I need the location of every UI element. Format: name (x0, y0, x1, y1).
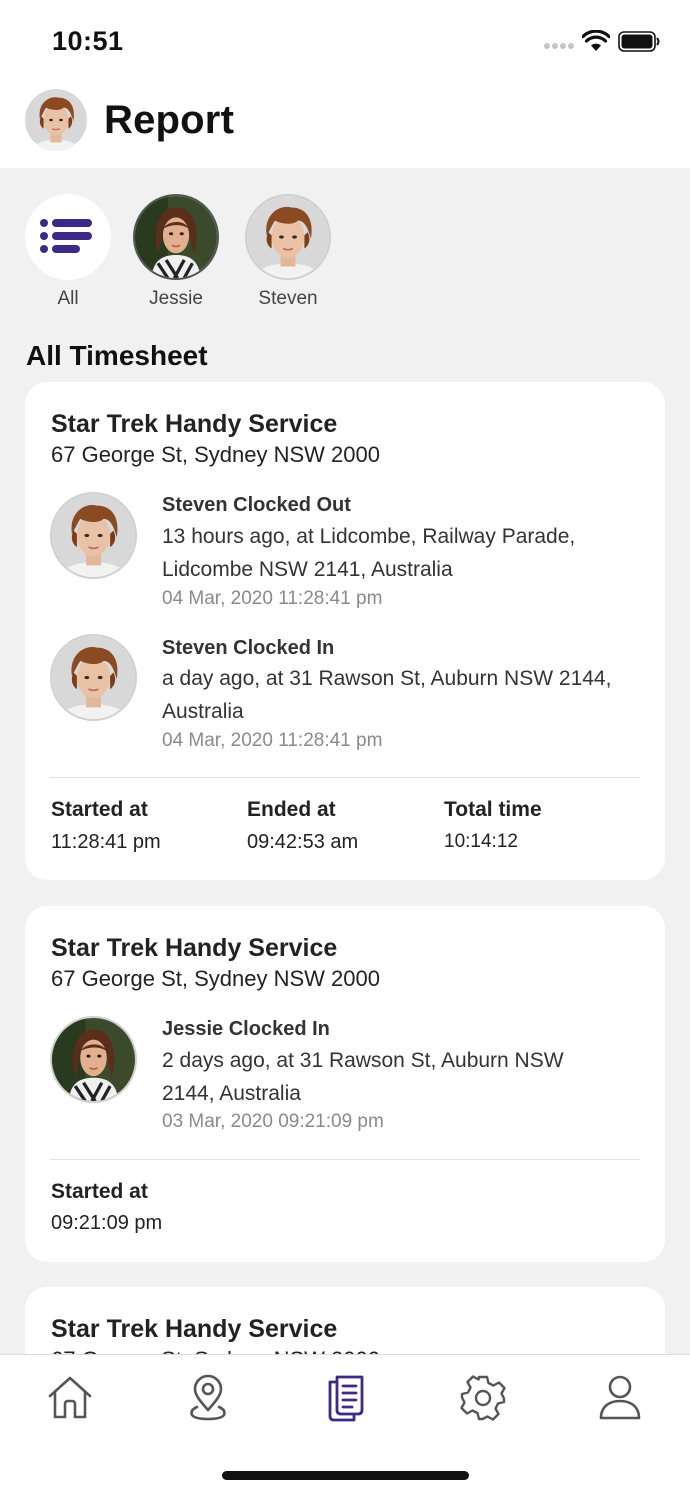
filter-all[interactable]: All (25, 194, 111, 309)
card-address: 67 George St, Sydney NSW 2000 (51, 442, 380, 467)
entry-description-line: 2 days ago, at 31 Rawson St, Auburn NSW (162, 1049, 564, 1072)
entry-description: 13 hours ago, at Lidcombe, Railway Parad… (162, 520, 652, 586)
location-pin-icon[interactable] (183, 1373, 233, 1423)
entry-date: 03 Mar, 2020 09:21:09 pm (162, 1111, 384, 1132)
entry-description-line: a day ago, at 31 Rawson St, Auburn NSW 2… (162, 667, 612, 690)
entry-avatar (50, 492, 137, 579)
divider (50, 777, 640, 778)
cellular-signal-icon (544, 43, 576, 51)
page-title: Report (104, 98, 235, 142)
report-icon[interactable] (320, 1373, 370, 1423)
filter-jessie-label: Jessie (149, 288, 203, 309)
user-icon[interactable] (595, 1373, 645, 1423)
report-screen: 10:51 Report All Jessie Steven All Times… (0, 0, 690, 1493)
total-time-value: 10:14:12 (444, 831, 518, 852)
entry-description-line: 13 hours ago, at Lidcombe, Railway Parad… (162, 525, 576, 548)
ended-at-value: 09:42:53 am (247, 831, 359, 853)
filter-steven-label: Steven (258, 288, 318, 309)
entry-avatar (50, 634, 137, 721)
entry-description-line: 2144, Australia (162, 1082, 301, 1105)
started-at-value: 11:28:41 pm (51, 831, 161, 853)
entry-description-line: Australia (162, 700, 244, 723)
filter-jessie[interactable]: Jessie (133, 194, 219, 309)
started-at-label: Started at (51, 1180, 148, 1203)
jessie-avatar[interactable] (133, 194, 219, 280)
filter-all-button[interactable] (25, 194, 111, 280)
profile-avatar[interactable] (25, 89, 87, 151)
battery-icon (618, 31, 660, 52)
entry-date: 04 Mar, 2020 11:28:41 pm (162, 730, 383, 751)
started-at-value: 09:21:09 pm (51, 1212, 163, 1234)
status-time: 10:51 (52, 26, 124, 56)
entry-description: a day ago, at 31 Rawson St, Auburn NSW 2… (162, 662, 652, 728)
total-time-label: Total time (444, 798, 542, 821)
card-title: Star Trek Handy Service (51, 934, 338, 962)
gear-icon[interactable] (458, 1373, 508, 1423)
entry-description-line: Lidcombe NSW 2141, Australia (162, 558, 453, 581)
entry-date: 04 Mar, 2020 11:28:41 pm (162, 588, 383, 609)
divider (50, 1159, 640, 1160)
app-header: Report (0, 80, 690, 168)
filter-steven[interactable]: Steven (245, 194, 331, 309)
card-title: Star Trek Handy Service (51, 1315, 338, 1343)
entry-title: Jessie Clocked In (162, 1018, 330, 1040)
ended-at-label: Ended at (247, 798, 336, 821)
steven-avatar[interactable] (245, 194, 331, 280)
card-title: Star Trek Handy Service (51, 410, 338, 438)
home-icon[interactable] (45, 1373, 95, 1423)
entry-title: Steven Clocked In (162, 637, 335, 659)
list-icon (40, 219, 92, 253)
entry-avatar (50, 1016, 137, 1103)
card-address: 67 George St, Sydney NSW 2000 (51, 966, 380, 991)
timesheet-card[interactable]: Star Trek Handy Service 67 George St, Sy… (25, 382, 665, 880)
wifi-icon (582, 30, 610, 51)
entry-title: Steven Clocked Out (162, 494, 351, 516)
status-bar: 10:51 (0, 0, 690, 80)
section-title: All Timesheet (26, 340, 208, 371)
home-indicator (222, 1471, 469, 1480)
timesheet-card[interactable]: Star Trek Handy Service 67 George St, Sy… (25, 906, 665, 1262)
started-at-label: Started at (51, 798, 148, 821)
entry-description: 2 days ago, at 31 Rawson St, Auburn NSW … (162, 1044, 652, 1110)
